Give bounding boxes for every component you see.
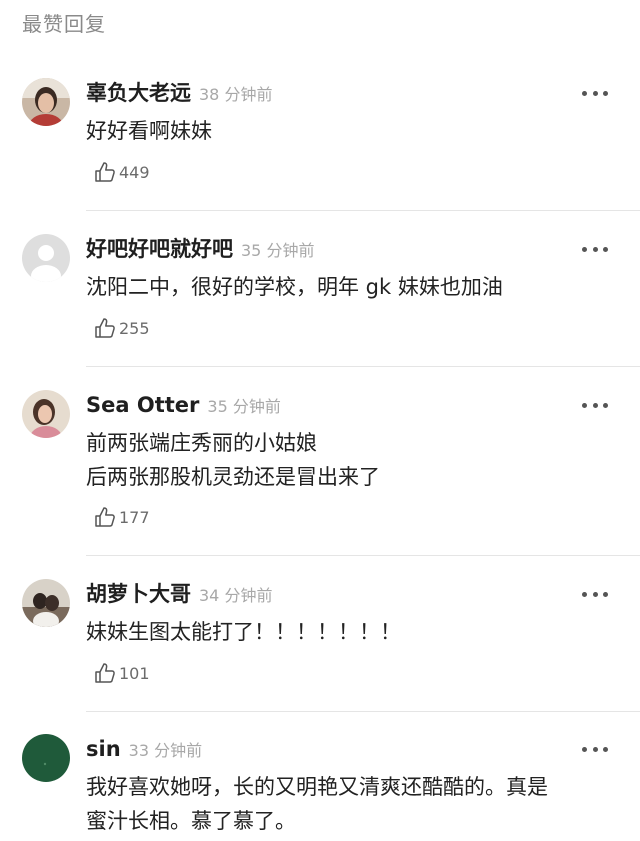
comment-header: Sea Otter 35 分钟前 — [86, 390, 281, 420]
thumbs-up-icon — [95, 663, 115, 683]
username[interactable]: 胡萝卜大哥 — [86, 582, 191, 606]
more-dots-icon[interactable] — [582, 734, 608, 764]
like-count: 449 — [119, 162, 150, 182]
like-count: 101 — [119, 663, 150, 683]
more-dots-icon[interactable] — [582, 78, 608, 108]
more-dots-icon[interactable] — [582, 579, 608, 609]
comment-item: 胡萝卜大哥 34 分钟前 妹妹生图太能打了！！！！！！！ 101 — [0, 579, 640, 712]
username[interactable]: sin — [86, 737, 121, 761]
comment-text: 我好喜欢她呀，长的又明艳又清爽还酷酷的。真是 蜜汁长相。慕了慕了。 — [86, 770, 616, 838]
thumbs-up-icon — [95, 507, 115, 527]
comment-text: 好好看啊妹妹 — [86, 114, 616, 148]
comment-header: sin 33 分钟前 — [86, 734, 202, 764]
like-count: 177 — [119, 507, 150, 527]
comment-item: sin 33 分钟前 我好喜欢她呀，长的又明艳又清爽还酷酷的。真是 蜜汁长相。慕了… — [0, 734, 640, 841]
timestamp: 34 分钟前 — [199, 586, 273, 605]
comment-text-line: 好好看啊妹妹 — [86, 119, 212, 143]
comment-text-line: 妹妹生图太能打了！！！！！！！ — [86, 620, 401, 644]
comment-header: 好吧好吧就好吧 35 分钟前 — [86, 234, 314, 264]
divider — [86, 555, 640, 556]
timestamp: 35 分钟前 — [207, 397, 281, 416]
like-button[interactable]: 177 — [94, 504, 150, 530]
like-button[interactable]: 101 — [94, 660, 150, 686]
comment-text-line: 沈阳二中，很好的学校，明年 gk 妹妹也加油 — [86, 275, 503, 299]
avatar[interactable] — [22, 734, 70, 782]
timestamp: 35 分钟前 — [241, 241, 315, 260]
comment-text-line: 后两张那股机灵劲还是冒出来了 — [86, 465, 380, 489]
comment-text: 妹妹生图太能打了！！！！！！！ — [86, 615, 616, 649]
avatar[interactable] — [22, 579, 70, 627]
comment-text-line: 蜜汁长相。慕了慕了。 — [86, 809, 296, 833]
comment-text: 沈阳二中，很好的学校，明年 gk 妹妹也加油 — [86, 270, 616, 304]
avatar[interactable] — [22, 78, 70, 126]
comment-header: 辜负大老远 38 分钟前 — [86, 78, 272, 108]
username[interactable]: 好吧好吧就好吧 — [86, 237, 233, 261]
username[interactable]: 辜负大老远 — [86, 81, 191, 105]
username[interactable]: Sea Otter — [86, 393, 199, 417]
like-button[interactable]: 449 — [94, 159, 150, 185]
divider — [86, 210, 640, 211]
thumbs-up-icon — [95, 318, 115, 338]
comment-item: 辜负大老远 38 分钟前 好好看啊妹妹 449 — [0, 78, 640, 211]
comment-text-line: 我好喜欢她呀，长的又明艳又清爽还酷酷的。真是 — [86, 775, 548, 799]
section-title: 最赞回复 — [22, 12, 106, 36]
avatar[interactable] — [22, 390, 70, 438]
comment-header: 胡萝卜大哥 34 分钟前 — [86, 579, 272, 609]
divider — [86, 366, 640, 367]
avatar[interactable] — [22, 234, 70, 282]
divider — [86, 711, 640, 712]
like-button[interactable]: 255 — [94, 315, 150, 341]
thumbs-up-icon — [95, 162, 115, 182]
comment-item: Sea Otter 35 分钟前 前两张端庄秀丽的小姑娘 后两张那股机灵劲还是冒出… — [0, 390, 640, 556]
timestamp: 33 分钟前 — [128, 741, 203, 760]
like-count: 255 — [119, 318, 150, 338]
comment-text: 前两张端庄秀丽的小姑娘 后两张那股机灵劲还是冒出来了 — [86, 426, 616, 494]
timestamp: 38 分钟前 — [199, 85, 273, 104]
more-dots-icon[interactable] — [582, 390, 608, 420]
comment-text-line: 前两张端庄秀丽的小姑娘 — [86, 431, 317, 455]
more-dots-icon[interactable] — [582, 234, 608, 264]
comment-item: 好吧好吧就好吧 35 分钟前 沈阳二中，很好的学校，明年 gk 妹妹也加油 255 — [0, 234, 640, 367]
